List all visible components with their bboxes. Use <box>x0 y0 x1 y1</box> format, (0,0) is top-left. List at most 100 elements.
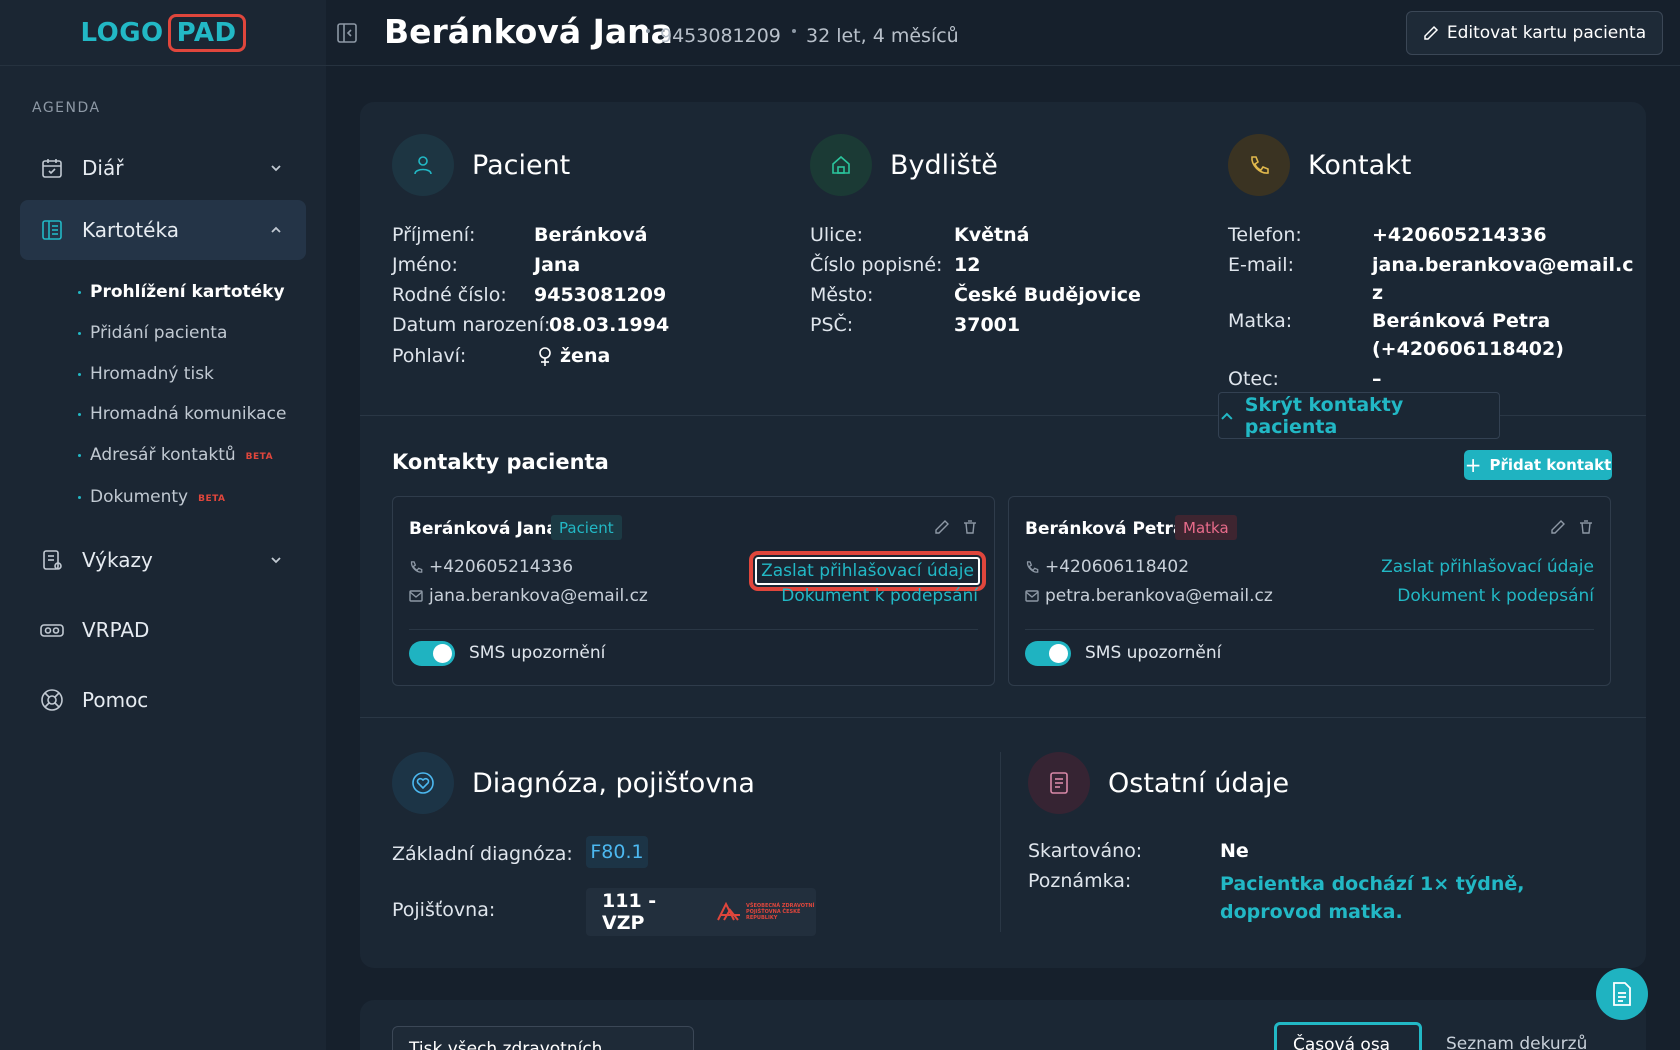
vr-headset-icon <box>40 618 64 642</box>
field-value: Beránková <box>534 224 648 246</box>
sms-toggle[interactable] <box>409 641 455 666</box>
sidebar-subitem-komunikace[interactable]: Hromadná komunikace <box>78 404 286 424</box>
sidebar: LOGO PAD AGENDA Diář Kartotéka Prohlížen… <box>0 0 326 1050</box>
pencil-icon <box>1424 25 1438 40</box>
contact-phone: +420606118402 <box>1045 557 1190 577</box>
home-icon <box>810 134 872 196</box>
field-value: Jana <box>534 254 581 276</box>
hide-contacts-label: Skrýt kontakty pacienta <box>1244 393 1404 438</box>
field-value: žena <box>560 345 611 367</box>
chevron-up-icon <box>271 226 281 233</box>
field-label: Otec: <box>1228 368 1279 390</box>
contact-tools <box>934 519 978 535</box>
field-label: E-mail: <box>1228 254 1294 276</box>
edit-patient-button[interactable]: Editovat kartu pacienta <box>1406 11 1663 55</box>
heart-icon <box>392 752 454 814</box>
sidebar-item-pomoc[interactable]: Pomoc <box>20 670 306 730</box>
sidebar-item-label: Diář <box>82 156 124 180</box>
sidebar-item-vykazy[interactable]: Výkazy <box>20 530 306 590</box>
document-icon <box>1028 752 1090 814</box>
field-value: Květná <box>954 224 1030 246</box>
subitem-label: Hromadný tisk <box>90 364 214 384</box>
patient-id: 9453081209 <box>660 25 781 47</box>
print-records-button[interactable]: Tisk všech zdravotních záznamů <box>392 1026 694 1050</box>
vzp-logo: VŠEOBECNÁ ZDRAVOTNÍ POJIŠŤOVNA ČESKÉ REP… <box>716 902 816 922</box>
document-fab[interactable] <box>1596 968 1648 1020</box>
patient-section-head: Pacient <box>392 134 570 196</box>
field-label: PSČ: <box>810 314 854 336</box>
contact-phone-line: +420606118402 <box>1025 557 1189 577</box>
sidebar-subitem-pridani[interactable]: Přidání pacienta <box>78 323 227 343</box>
agenda-label: AGENDA <box>32 100 101 116</box>
subitem-label: Dokumenty <box>90 487 189 507</box>
field-value: jana.berankova@email.c <box>1372 254 1634 276</box>
logo[interactable]: LOGO PAD <box>80 13 246 52</box>
field-value: České Budějovice <box>954 284 1141 306</box>
field-value-cont: z <box>1372 282 1384 304</box>
separator-dot <box>646 29 650 33</box>
sign-document-link[interactable]: Dokument k podepsání <box>1397 586 1594 606</box>
sidebar-subitem-adresar[interactable]: Adresář kontaktů BETA <box>78 445 273 465</box>
trash-icon[interactable] <box>962 519 978 535</box>
divider <box>1025 629 1594 630</box>
logo-area: LOGO PAD <box>0 0 326 66</box>
edit-patient-label: Editovat kartu pacienta <box>1446 23 1647 43</box>
contact-email-line: jana.berankova@email.cz <box>409 586 648 606</box>
field-value: – <box>1372 368 1382 390</box>
contact-card: Beránková Petra Matka +420606118402 petr… <box>1008 496 1611 686</box>
send-login-link[interactable]: Zaslat přihlašovací údaje <box>1381 557 1594 577</box>
sidebar-subitem-prohlizeni[interactable]: Prohlížení kartotéky <box>78 282 285 302</box>
sidebar-item-label: VRPAD <box>82 618 150 642</box>
calendar-icon <box>40 156 64 180</box>
female-icon <box>539 347 551 366</box>
contact-phone-line: +420605214336 <box>409 557 573 577</box>
sign-document-link[interactable]: Dokument k podepsání <box>781 586 978 606</box>
contact-role-badge: Pacient <box>551 515 622 540</box>
trash-icon[interactable] <box>1578 519 1594 535</box>
field-label: Město: <box>810 284 874 306</box>
sidebar-item-diar[interactable]: Diář <box>20 138 306 198</box>
add-contact-label: Přidat kontakt <box>1489 456 1612 474</box>
field-label: Telefon: <box>1228 224 1302 246</box>
subitem-label: Přidání pacienta <box>90 323 228 343</box>
field-value: 9453081209 <box>534 284 667 306</box>
page-title: Beránková Jana <box>384 12 673 51</box>
book-icon <box>40 218 64 242</box>
sidebar-toggle-icon[interactable] <box>336 22 358 44</box>
pencil-icon[interactable] <box>1550 519 1566 535</box>
contact-name: Beránková Jana <box>409 519 558 539</box>
subitem-label: Adresář kontaktů <box>90 445 236 465</box>
field-label: Pohlaví: <box>392 345 467 367</box>
sms-label: SMS upozornění <box>469 643 606 663</box>
sidebar-subitem-dokumenty[interactable]: Dokumenty BETA <box>78 487 226 507</box>
document-icon <box>1613 982 1631 1006</box>
decurse-list-tab[interactable]: Seznam dekurzů <box>1446 1034 1587 1050</box>
field-label: Základní diagnóza: <box>392 843 573 865</box>
sidebar-item-kartoteka[interactable]: Kartotéka <box>20 200 306 260</box>
field-label: Jméno: <box>392 254 458 276</box>
sms-toggle[interactable] <box>1025 641 1071 666</box>
send-login-link[interactable]: Zaslat přihlašovací údaje <box>749 551 986 591</box>
records-card: Tisk všech zdravotních záznamů Časová os… <box>360 1000 1646 1050</box>
sidebar-item-vrpad[interactable]: VRPAD <box>20 600 306 660</box>
divider <box>360 717 1646 718</box>
contact-card: Beránková Jana Pacient +420605214336 jan… <box>392 496 995 686</box>
logo-part2: PAD <box>167 13 246 52</box>
contact-name: Beránková Petra <box>1025 519 1185 539</box>
add-contact-button[interactable]: + Přidat kontakt <box>1464 450 1612 480</box>
address-heading: Bydliště <box>890 149 998 181</box>
phone-icon <box>410 561 423 573</box>
hide-contacts-button[interactable]: Skrýt kontakty pacienta <box>1218 392 1500 439</box>
patient-heading: Pacient <box>472 149 571 181</box>
vertical-divider <box>1000 752 1001 932</box>
subitem-label: Hromadná komunikace <box>90 404 287 424</box>
field-value: 12 <box>954 254 981 276</box>
pencil-icon[interactable] <box>934 519 950 535</box>
sidebar-subitem-tisk[interactable]: Hromadný tisk <box>78 364 214 384</box>
separator-dot <box>792 29 796 33</box>
beta-badge: BETA <box>245 452 274 462</box>
sms-label: SMS upozornění <box>1085 643 1222 663</box>
timeline-tab[interactable]: Časová osa <box>1274 1022 1422 1050</box>
field-value: Ne <box>1220 840 1249 862</box>
contacts-title: Kontakty pacienta <box>392 450 609 474</box>
